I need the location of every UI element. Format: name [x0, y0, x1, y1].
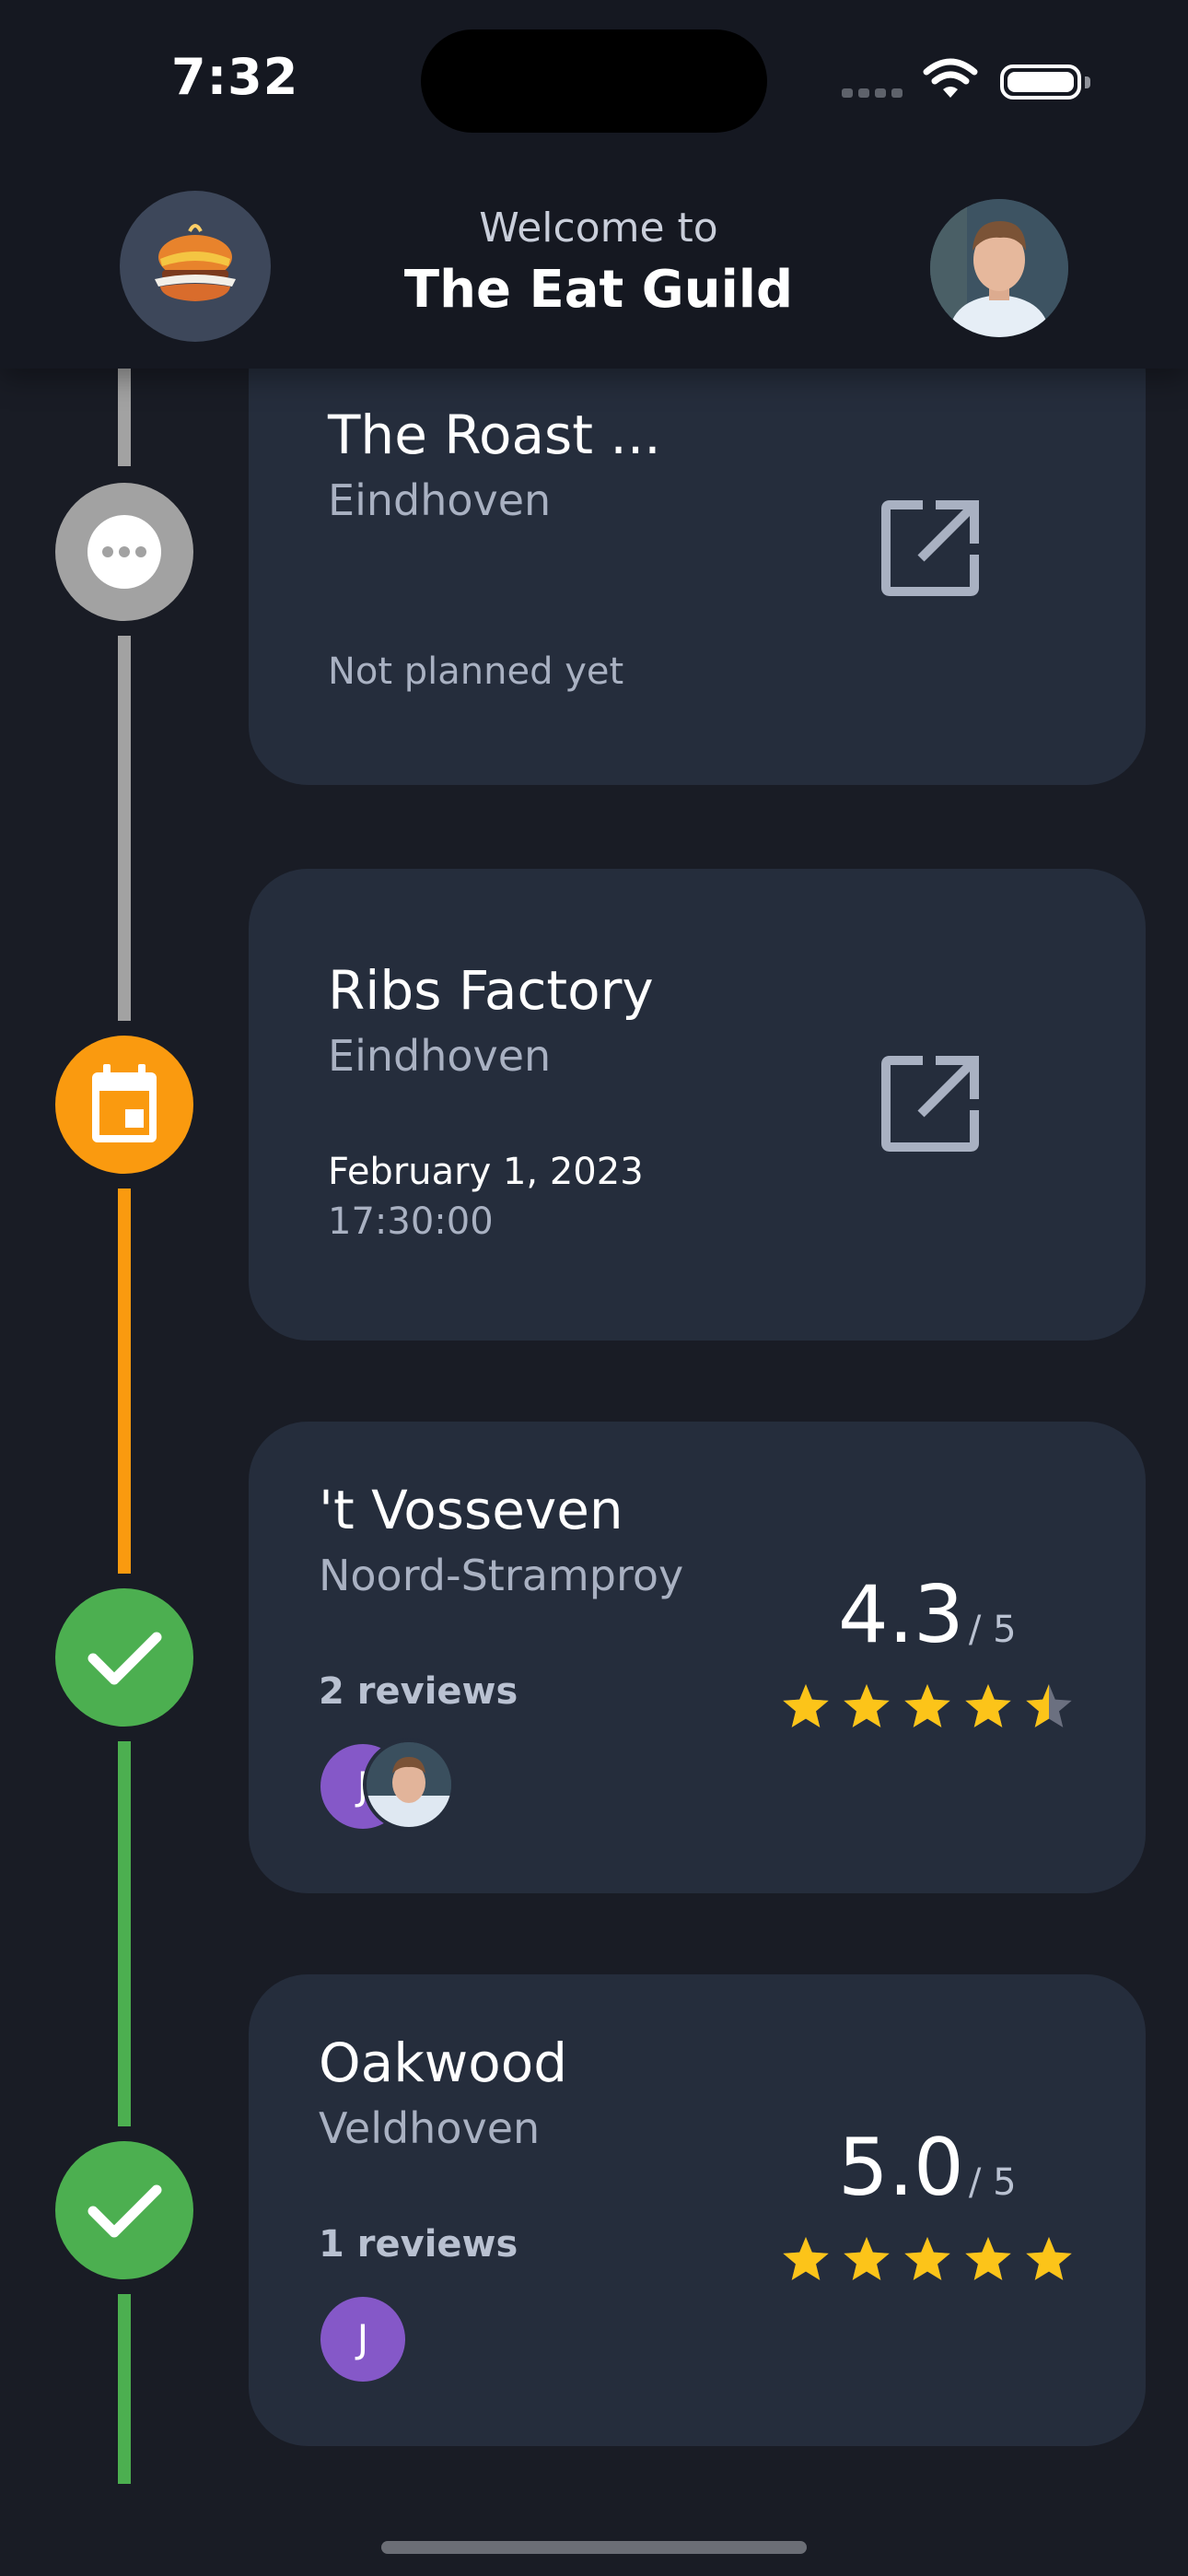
user-avatar[interactable] — [930, 199, 1068, 337]
rating-block: 5.0 / 5 — [838, 2122, 1077, 2214]
star-icon — [965, 1684, 1011, 1727]
review-count: 2 reviews — [319, 1670, 518, 1713]
timeline-line-unplanned — [118, 636, 131, 1021]
planning-status: Not planned yet — [328, 650, 624, 693]
app-logo — [120, 191, 271, 342]
star-icon — [783, 2237, 829, 2280]
signal-icon — [842, 88, 853, 98]
calendar-icon — [92, 1064, 157, 1142]
timeline-line-reviewed — [118, 1741, 131, 2126]
status-time: 7:32 — [171, 48, 299, 106]
signal-icon — [875, 88, 886, 98]
star-icon — [904, 1684, 950, 1727]
signal-icon — [858, 88, 869, 98]
star-icon — [844, 1684, 890, 1727]
app-title: The Eat Guild — [403, 260, 794, 320]
more-icon — [87, 515, 161, 589]
restaurant-card[interactable]: 't Vosseven Noord-Stramproy 2 reviews J … — [249, 1422, 1146, 1893]
home-indicator[interactable] — [381, 2541, 807, 2554]
reviewer-avatar: J — [320, 2297, 405, 2382]
reviewer-avatar — [363, 1739, 455, 1831]
star-icon — [783, 1684, 829, 1727]
restaurant-city: Eindhoven — [328, 475, 552, 525]
restaurant-card[interactable]: Ribs Factory Eindhoven February 1, 2023 … — [249, 869, 1146, 1341]
restaurant-card[interactable]: Oakwood Veldhoven 1 reviews J 5.0 / 5 — [249, 1974, 1146, 2446]
planned-date: February 1, 2023 — [328, 1151, 644, 1193]
open-external-icon[interactable] — [880, 1053, 982, 1154]
signal-icon — [891, 88, 903, 98]
restaurant-name: The Roast ... — [328, 404, 661, 466]
rating-block: 4.3 / 5 — [838, 1569, 1077, 1661]
rating-out-of: / 5 — [968, 1609, 1017, 1651]
open-external-icon[interactable] — [880, 498, 982, 599]
app-header: 7:32 Welcome to The Eat Guild — [0, 0, 1188, 369]
status-node-planned — [55, 1036, 193, 1174]
star-rating — [781, 1681, 1074, 1731]
wifi-icon — [923, 58, 978, 98]
restaurant-name: 't Vosseven — [319, 1479, 623, 1541]
star-icon — [844, 2237, 890, 2280]
star-icon — [1026, 2237, 1072, 2280]
check-icon — [87, 1632, 162, 1685]
restaurant-city: Noord-Stramproy — [319, 1551, 684, 1600]
dynamic-island — [421, 29, 767, 133]
restaurant-name: Ribs Factory — [328, 959, 654, 1022]
restaurant-name: Oakwood — [319, 2032, 568, 2094]
status-node-unplanned — [55, 483, 193, 621]
restaurant-city: Eindhoven — [328, 1031, 552, 1081]
star-rating — [781, 2234, 1074, 2284]
rating-value: 5.0 — [838, 2122, 964, 2214]
status-node-reviewed — [55, 2141, 193, 2279]
timeline-line-planned — [118, 1188, 131, 1574]
timeline-line-reviewed — [118, 2294, 131, 2484]
star-icon — [1026, 1684, 1072, 1727]
star-icon — [904, 2237, 950, 2280]
rating-value: 4.3 — [838, 1569, 964, 1661]
check-icon — [87, 2184, 162, 2238]
planned-time: 17:30:00 — [328, 1200, 494, 1243]
battery-icon — [1000, 64, 1090, 100]
review-count: 1 reviews — [319, 2223, 518, 2266]
rating-out-of: / 5 — [968, 2161, 1017, 2204]
restaurant-city: Veldhoven — [319, 2103, 541, 2153]
restaurant-card[interactable]: The Roast ... Eindhoven Not planned yet — [249, 313, 1146, 785]
status-node-reviewed — [55, 1588, 193, 1727]
welcome-text: Welcome to — [479, 205, 718, 252]
star-icon — [965, 2237, 1011, 2280]
timeline-line-unplanned — [118, 369, 131, 466]
